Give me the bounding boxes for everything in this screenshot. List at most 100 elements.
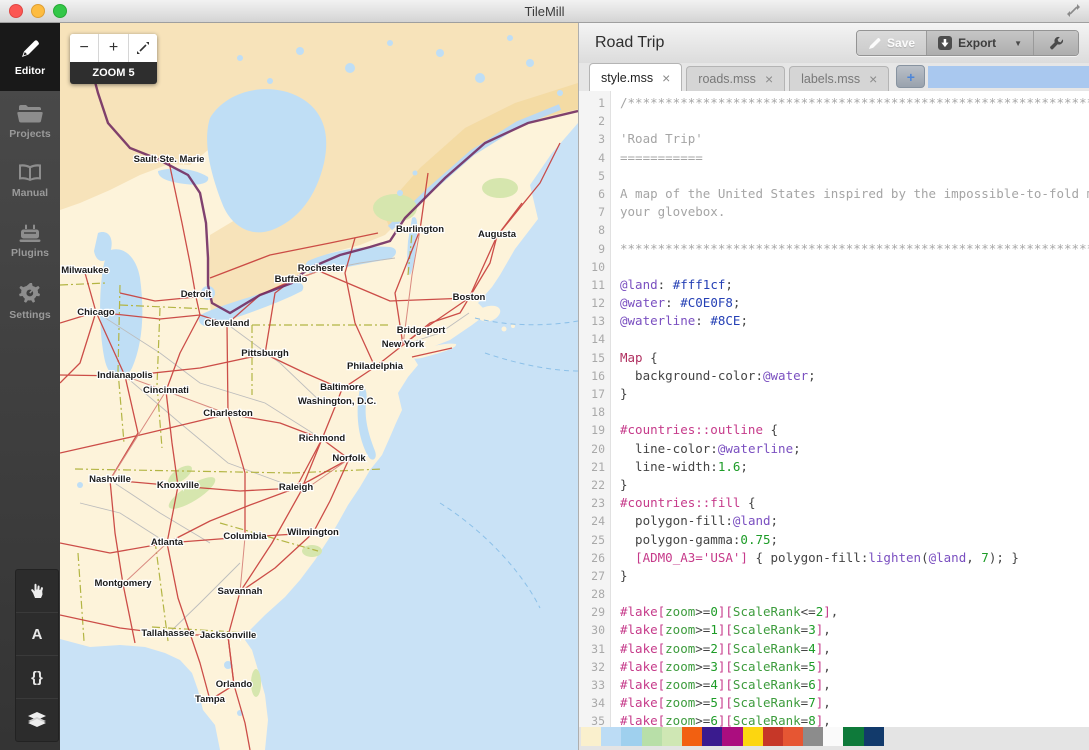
sidebar-item-label: Editor [15,65,45,77]
tab-roads-mss[interactable]: roads.mss × [686,66,785,91]
map-city-label: Charleston [203,408,253,419]
map-city-label: Buffalo [275,274,308,285]
palette-swatch[interactable] [621,727,641,746]
code-editor[interactable]: 1234567891011121314151617181920212223242… [579,91,1089,727]
tab-labels-mss[interactable]: labels.mss × [789,66,889,91]
palette-swatch[interactable] [783,727,803,746]
tab-label: roads.mss [698,72,756,86]
sidebar-item-label: Settings [9,309,50,321]
palette-swatch[interactable] [803,727,823,746]
tab-style-mss[interactable]: style.mss × [589,63,682,91]
layers-tool-button[interactable] [16,699,58,741]
code-lines[interactable]: /***************************************… [611,91,1089,727]
map-city-label: Raleigh [279,482,314,493]
palette-swatch[interactable] [843,727,863,746]
map-canvas: Sault Ste. MarieMilwaukeeChicagoDetroitC… [60,23,578,750]
pencil-icon [18,37,42,61]
map-city-label: Bridgeport [397,325,446,336]
save-button[interactable]: Save [857,31,926,55]
download-icon [938,36,952,50]
map-city-label: Montgomery [95,578,153,589]
palette-swatch[interactable] [662,727,682,746]
sidebar-item-manual[interactable]: Manual [0,151,60,211]
carto-reference-tool-button[interactable]: {} [16,656,58,699]
sidebar-item-label: Plugins [11,247,49,259]
map-city-label: Rochester [298,263,345,274]
add-stylesheet-button[interactable]: + [896,65,925,88]
zoom-in-button[interactable]: + [99,34,128,62]
map-city-label: Orlando [216,679,253,690]
map-city-label: Pittsburgh [241,348,289,359]
palette-swatch[interactable] [823,727,843,746]
hand-tool-button[interactable] [16,570,58,613]
map-city-label: Jacksonville [200,630,257,641]
map-fullscreen-button[interactable] [129,34,157,62]
palette-swatch[interactable] [722,727,742,746]
editor-pane: Road Trip Save Export ▼ [578,23,1089,750]
sidebar-item-plugins[interactable]: Plugins [0,211,60,271]
map-city-label: Chicago [77,307,115,318]
sidebar-item-label: Manual [12,187,48,199]
zoom-level-tooltip: ZOOM 5 [70,62,157,84]
close-icon[interactable]: × [869,72,877,86]
palette-swatch[interactable] [601,727,621,746]
braces-icon: {} [31,669,43,686]
close-icon[interactable]: × [662,71,670,85]
palette-swatch[interactable] [763,727,783,746]
zoom-out-button[interactable]: − [70,34,99,62]
sidebar-item-label: Projects [9,128,50,140]
map-tool-palette: A {} [15,569,59,742]
zoom-control: − + ZOOM 5 [70,34,157,84]
save-button-label: Save [887,36,915,50]
map-city-label: Burlington [396,224,444,235]
export-button[interactable]: Export ▼ [926,31,1033,55]
map-city-label: Knoxville [157,480,199,491]
wrench-icon [1049,36,1064,51]
map-city-label: New York [382,339,425,350]
map-city-label: Wilmington [287,527,339,538]
sidebar-item-projects[interactable]: Projects [0,91,60,151]
settings-wrench-button[interactable] [1033,31,1078,55]
fonts-tool-button[interactable]: A [16,613,58,656]
map-city-label: Sault Ste. Marie [134,154,205,165]
palette-swatch[interactable] [743,727,763,746]
palette-swatch[interactable] [864,727,884,746]
palette-swatch[interactable] [581,727,601,746]
close-icon[interactable]: × [765,72,773,86]
palette-swatch[interactable] [682,727,702,746]
color-palette [579,727,1089,750]
map-city-label: Washington, D.C. [298,396,376,407]
map-city-label: Tampa [195,694,226,705]
palette-swatch[interactable] [702,727,722,746]
map-city-label: Tallahassee [141,628,194,639]
tilemill-window: TileMill Editor Projects [0,0,1089,750]
hand-icon [28,582,46,600]
tab-label: labels.mss [801,72,860,86]
map-city-label: Norfolk [332,453,366,464]
map-city-label: Augusta [478,229,517,240]
fullscreen-icon[interactable] [1065,3,1081,19]
chevron-down-icon: ▼ [1014,39,1022,48]
palette-swatch[interactable] [642,727,662,746]
expand-arrows-icon [136,41,150,55]
tab-label: style.mss [601,71,653,85]
project-title: Road Trip [595,34,664,52]
gear-icon [18,281,42,305]
map-city-label: Columbia [223,531,267,542]
map-city-label: Cincinnati [143,385,189,396]
header-button-group: Save Export ▼ [856,30,1079,56]
map-preview[interactable]: Sault Ste. MarieMilwaukeeChicagoDetroitC… [60,23,578,750]
map-city-label: Atlanta [151,537,184,548]
export-button-label: Export [958,36,996,50]
sidebar-item-settings[interactable]: Settings [0,271,60,331]
line-numbers: 1234567891011121314151617181920212223242… [579,91,611,727]
tab-bar: style.mss × roads.mss × labels.mss × + [579,63,1089,91]
sidebar-item-editor[interactable]: Editor [0,23,60,91]
pencil-icon [868,37,881,50]
window-title: TileMill [0,4,1089,19]
book-icon [17,163,43,183]
fonts-icon: A [32,626,43,643]
map-city-label: Milwaukee [61,265,109,276]
map-city-label: Philadelphia [347,361,404,372]
map-city-label: Cleveland [205,318,250,329]
